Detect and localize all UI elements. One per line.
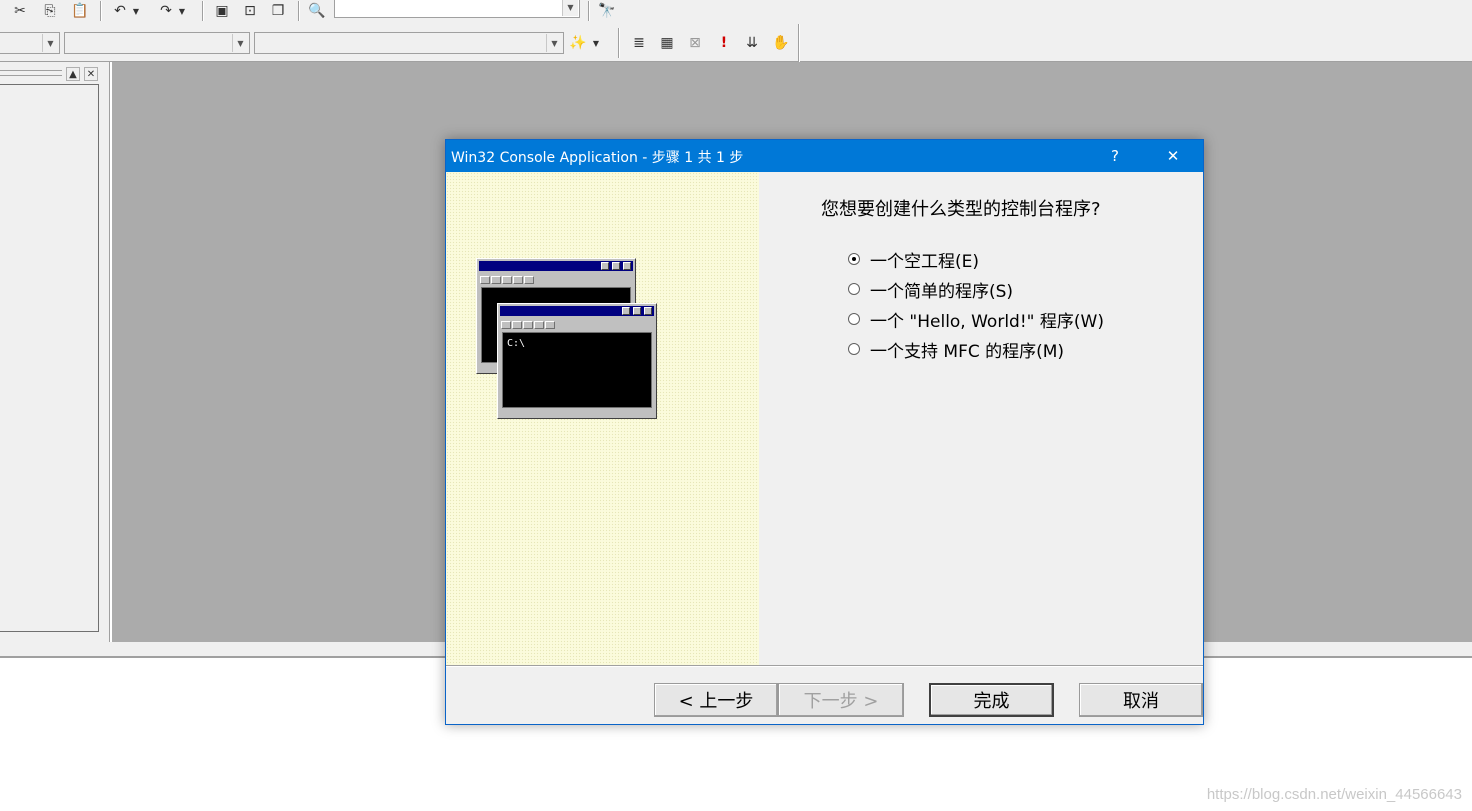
option-simple-app[interactable]: 一个简单的程序(S) [848, 278, 1014, 302]
chevron-down-icon[interactable]: ▼ [42, 34, 58, 52]
minimize-icon [622, 307, 630, 315]
illustration-toolbar [480, 273, 632, 284]
illustration-prompt: C:\ [507, 338, 526, 349]
dialog-divider [446, 665, 1203, 667]
close-icon [623, 262, 631, 270]
toolbar-separator [298, 1, 300, 21]
toolbar-separator [100, 1, 102, 21]
dialog-question: 您想要创建什么类型的控制台程序? [821, 199, 1101, 220]
standard-toolbar: ✂ ⎘ 📋 ↶ ▼ ↷ ▼ ▣ ⊡ ❐ 🔍 ▼ 🔭 [0, 0, 1472, 24]
option-mfc-app[interactable]: 一个支持 MFC 的程序(M) [848, 338, 1065, 362]
minimize-icon [601, 262, 609, 270]
close-icon[interactable]: ✕ [84, 67, 98, 81]
maximize-icon [612, 262, 620, 270]
paste-icon[interactable]: 📋 [70, 2, 90, 20]
option-label: 一个简单的程序(S) [870, 281, 1014, 302]
toolbar-separator [202, 1, 204, 21]
option-label: 一个空工程(E) [870, 251, 980, 272]
radio-button[interactable] [848, 283, 860, 295]
radio-button[interactable] [848, 313, 860, 325]
option-label: 一个 "Hello, World!" 程序(W) [870, 311, 1104, 332]
close-icon [644, 307, 652, 315]
chevron-down-icon[interactable]: ▼ [562, 0, 578, 16]
compile-icon[interactable]: ≣ [629, 34, 649, 52]
execute-icon[interactable]: ! [714, 34, 734, 52]
cut-icon[interactable]: ✂ [10, 2, 30, 20]
illustration-title-bar [500, 306, 654, 316]
filter-combo[interactable]: ▼ [64, 32, 250, 54]
find-icon[interactable]: 🔭 [597, 2, 617, 20]
members-combo[interactable]: ▼ [254, 32, 564, 54]
radio-button[interactable] [848, 253, 860, 265]
undo-icon[interactable]: ↶ [110, 2, 130, 20]
option-label: 一个支持 MFC 的程序(M) [870, 341, 1065, 362]
redo-icon[interactable]: ↷ [156, 2, 176, 20]
wizard-dropdown-icon[interactable]: ▼ [590, 34, 602, 52]
cancel-button[interactable]: 取消 [1079, 683, 1203, 717]
stop-build-icon[interactable]: ⊠ [685, 34, 705, 52]
dialog-title: Win32 Console Application - 步骤 1 共 1 步 [451, 150, 744, 166]
workspace-icon[interactable]: ▣ [212, 2, 232, 20]
toolbar-separator [618, 28, 620, 58]
redo-dropdown-icon[interactable]: ▼ [176, 2, 188, 20]
workspace-tree[interactable] [0, 84, 99, 632]
finish-button[interactable]: 完成 [929, 683, 1054, 717]
find-in-files-icon[interactable]: 🔍 [307, 2, 327, 20]
undo-dropdown-icon[interactable]: ▼ [130, 2, 142, 20]
illustration-window-front: C:\ [497, 303, 657, 419]
toolbar-separator [588, 1, 590, 21]
output-icon[interactable]: ⊡ [240, 2, 260, 20]
back-button[interactable]: < 上一步 [654, 683, 778, 717]
option-empty-project[interactable]: 一个空工程(E) [848, 248, 980, 272]
go-icon[interactable]: ⇊ [742, 34, 762, 52]
maximize-icon[interactable]: ▲ [66, 67, 80, 81]
option-hello-world[interactable]: 一个 "Hello, World!" 程序(W) [848, 308, 1104, 332]
wizard-illustration-panel: C:\ [446, 172, 759, 665]
build-icon[interactable]: ▦ [657, 34, 677, 52]
breakpoint-icon[interactable]: ✋ [771, 34, 791, 52]
illustration-title-bar [479, 261, 633, 271]
toolbar-separator [798, 24, 800, 62]
workspace-pane: ▲ ✕ [0, 62, 110, 642]
illustration-toolbar [501, 318, 653, 329]
wizard-icon[interactable]: ✨ [568, 34, 588, 52]
maximize-icon [633, 307, 641, 315]
radio-button[interactable] [848, 343, 860, 355]
wizard-bar: ▼ ▼ ▼ ✨ ▼ ≣ ▦ ⊠ ! ⇊ ✋ [0, 24, 1472, 62]
watermark: https://blog.csdn.net/weixin_44566643 [1206, 786, 1462, 803]
windows-list-icon[interactable]: ❐ [268, 2, 288, 20]
copy-icon[interactable]: ⎘ [40, 2, 60, 20]
chevron-down-icon[interactable]: ▼ [546, 34, 562, 52]
console-app-wizard-dialog: Win32 Console Application - 步骤 1 共 1 步 ?… [445, 139, 1204, 725]
chevron-down-icon[interactable]: ▼ [232, 34, 248, 52]
dialog-title-bar[interactable]: Win32 Console Application - 步骤 1 共 1 步 ?… [446, 140, 1203, 172]
help-button[interactable]: ? [1092, 140, 1138, 172]
illustration-console: C:\ [502, 332, 652, 408]
find-combo[interactable]: ▼ [334, 0, 580, 18]
workspace-grip[interactable] [0, 70, 62, 76]
close-button[interactable]: ✕ [1150, 140, 1196, 172]
class-combo[interactable]: ▼ [0, 32, 60, 54]
next-button[interactable]: 下一步 > [778, 683, 904, 717]
